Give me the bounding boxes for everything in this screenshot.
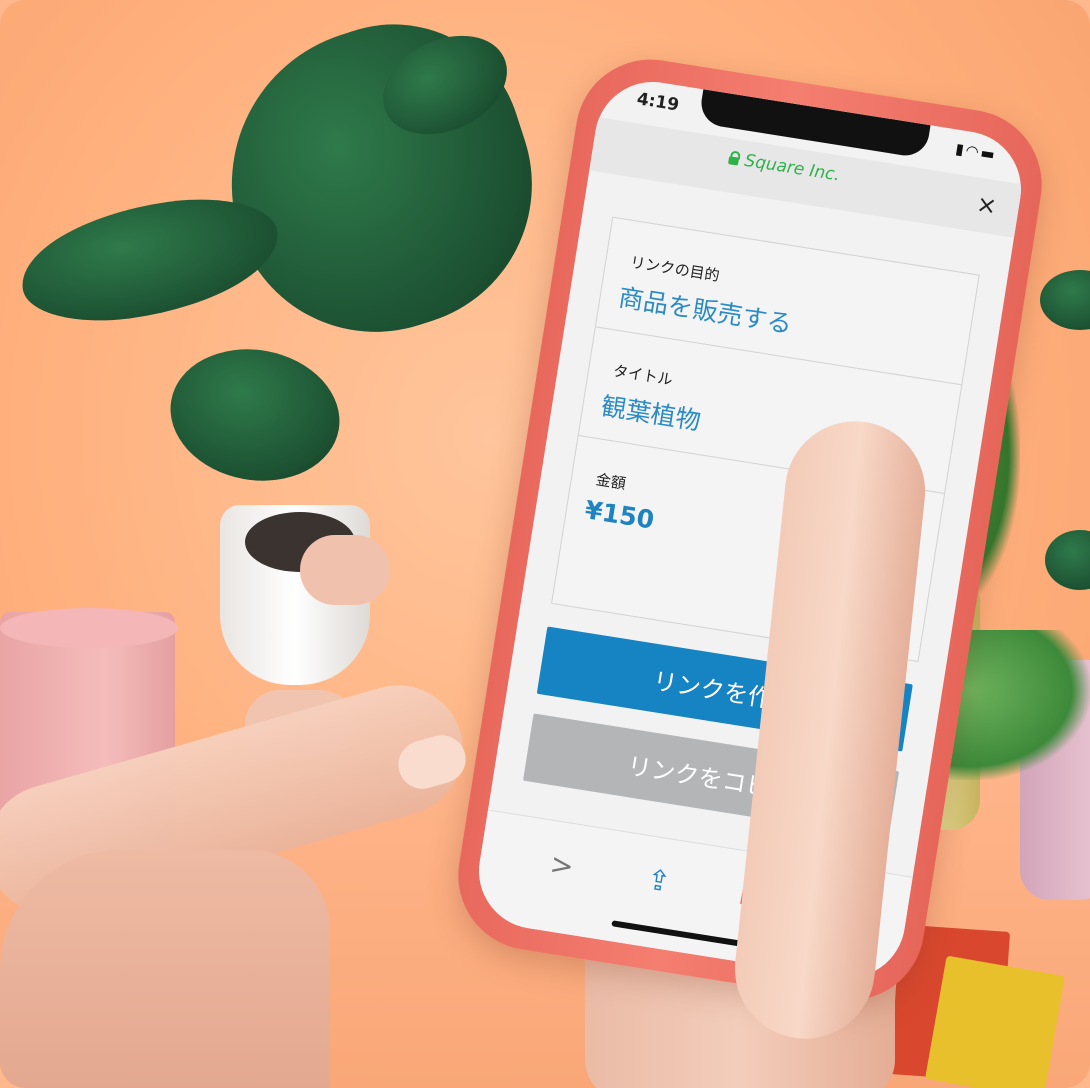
amount-value[interactable]: ¥150 [583,495,656,535]
close-icon[interactable]: × [975,190,999,221]
amount-label: 金額 [594,470,628,493]
photo-background: 4:19 ▮◠▬ Square Inc. × リンクの目的 商品を販売する タイ… [0,0,1090,1088]
monstera-leaf [13,187,287,333]
pink-pot-rim [0,608,178,648]
lower-hand [0,850,330,1088]
title-value[interactable]: 観葉植物 [599,386,703,437]
forward-icon[interactable]: > [548,847,576,883]
battery-icon: ▬ [979,143,999,164]
purpose-value[interactable]: 商品を販売する [616,278,794,341]
share-icon[interactable]: ⇪ [645,862,673,898]
plant-leaf [1045,530,1090,590]
monstera-leaf [190,0,570,370]
lock-icon [727,156,740,166]
status-time: 4:19 [635,89,681,116]
left-finger [300,535,390,605]
site-name: Square Inc. [743,150,842,186]
title-label: タイトル [611,361,674,389]
monstera-leaf [160,336,350,494]
link-form: リンクの目的 商品を販売する タイトル 観葉植物 金額 ¥150 [551,216,980,662]
status-icons: ▮◠▬ [954,140,998,164]
plant-leaf [1040,270,1090,330]
seed-packet [925,955,1065,1088]
